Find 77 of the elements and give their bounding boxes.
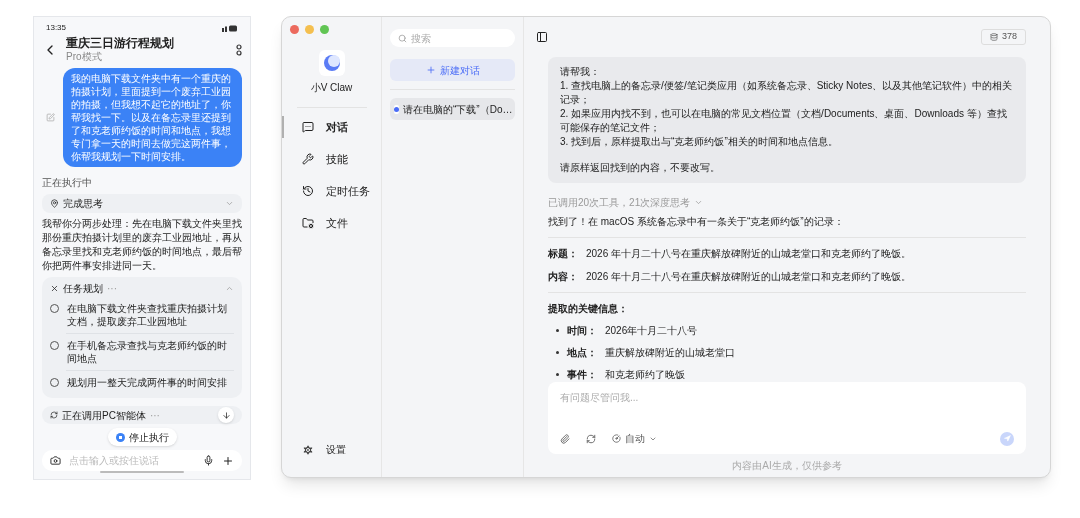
sidebar-toggle-icon[interactable]	[536, 31, 548, 43]
app-logo	[318, 50, 345, 76]
pin-icon	[50, 198, 59, 208]
send-icon	[1003, 435, 1011, 442]
reply-text: 我帮你分两步处理：先在电脑下载文件夹里找那份重庆拍摄计划里的废弃工业园地址，再从备忘录里找和克老师约饭的时间地点，最后帮你把两件事安排进同一天。	[42, 216, 242, 273]
bullet	[556, 351, 559, 354]
token-counter: 378	[980, 29, 1026, 45]
settings-icon	[302, 443, 314, 456]
scroll-down-button[interactable]	[218, 407, 234, 424]
info-value: 2026年十月二十八号	[605, 324, 698, 338]
bullet	[556, 329, 559, 332]
info-value: 和克老师约了晚饭	[605, 368, 685, 382]
info-value: 重庆解放碑附近的山城老堂口	[605, 346, 735, 360]
ellipsis: ···	[149, 408, 161, 423]
new-chat-button[interactable]: 新建对话	[390, 59, 515, 81]
field-label: 内容：	[548, 270, 578, 284]
agent-call-label: 正在调用PC智能体	[62, 408, 146, 423]
field-value: 2026 年十月二十八号在重庆解放碑附近的山城老堂口和克老师约了晚饭。	[586, 247, 912, 261]
arrow-down-icon	[221, 410, 231, 420]
mic-icon[interactable]	[203, 455, 214, 467]
mode-label: Pro模式	[66, 51, 103, 64]
gauge-icon	[612, 434, 621, 443]
app-name: 小V Claw	[310, 81, 353, 95]
search-icon	[398, 33, 407, 43]
chat-input[interactable]: 有问题尽管问我... 自动	[548, 382, 1026, 454]
info-label: 地点：	[567, 346, 597, 360]
field-label: 标题：	[548, 247, 578, 261]
task-plan-title: 任务规划	[63, 282, 103, 297]
close-button[interactable]	[290, 25, 299, 34]
thinking-row[interactable]: 完成思考	[42, 194, 242, 213]
nav-item[interactable]: 对话	[282, 116, 381, 138]
prompt-line: 请帮我：	[560, 65, 601, 79]
section-heading: 提取的关键信息：	[548, 302, 629, 316]
answer-intro: 找到了！在 macOS 系统备忘录中有一条关于“克老师约饭”的记录：	[548, 215, 845, 229]
camera-icon[interactable]	[50, 455, 61, 467]
nav-item[interactable]: 技能	[282, 148, 381, 170]
refresh-icon[interactable]	[586, 433, 596, 444]
thinking-label: 完成思考	[63, 196, 104, 211]
info-label: 时间：	[567, 324, 597, 338]
files-nav-icon	[302, 217, 314, 229]
more-icon[interactable]	[236, 44, 242, 56]
nav-item[interactable]: 文件	[282, 212, 381, 234]
attach-icon[interactable]	[560, 433, 570, 444]
tools-icon	[50, 284, 59, 294]
info-label: 事件：	[567, 368, 597, 382]
stop-icon	[115, 432, 125, 442]
chat-icon	[394, 104, 399, 114]
status-time: 13:35	[46, 22, 67, 35]
stop-button[interactable]: 停止执行	[107, 428, 177, 447]
skills-nav-icon	[302, 153, 314, 165]
user-message-bubble: 我的电脑下载文件夹中有一个重庆的拍摄计划，里面提到一个废弃工业园的拍摄，但我想不起它的地址了，你帮我找一下。以及在备忘录里还提到了和克老师约饭的时间和地点，我想专门拿一天的时间去做完这两件事，你帮我规划一下时间安排。	[63, 68, 242, 168]
refresh-icon	[50, 411, 58, 420]
plus-icon	[425, 65, 436, 75]
ellipsis: ···	[107, 282, 118, 297]
task-text: 在电脑下载文件夹查找重庆拍摄计划文档，提取废弃工业园地址	[67, 301, 228, 328]
chat-title: 重庆三日游行程规划	[66, 36, 175, 52]
conversation-item[interactable]: 请在电脑的“下载”（Do…	[390, 98, 515, 120]
database-icon	[989, 33, 998, 41]
settings-item[interactable]: 设置	[282, 442, 381, 457]
field-value: 2026 年十月二十八号在重庆解放碑附近的山城老堂口和克老师约了晚饭。	[586, 270, 912, 284]
chat-nav-icon	[302, 121, 314, 133]
prompt-line: 请原样返回找到的内容，不要改写。	[560, 161, 721, 175]
task-text: 规划用一整天完成两件事的时间安排	[67, 375, 227, 389]
nav-item[interactable]: 定时任务	[282, 180, 381, 202]
tools-summary: 已调用20次工具，21次深度思考	[548, 196, 691, 210]
plus-icon[interactable]	[222, 454, 234, 467]
status-label: 正在执行中	[42, 176, 93, 191]
task-text: 在手机备忘录查找与克老师约饭的时间地点	[67, 338, 228, 365]
prompt-line: 3. 找到后，原样提取出与“克老师约饭”相关的时间和地点信息。	[560, 135, 839, 149]
schedule-nav-icon	[302, 185, 314, 197]
prompt-line: 2. 如果应用内找不到，也可以在电脑的常见文档位置（文档/Documents、桌面、Downloads 等）查找可能保存的笔记文件；	[560, 107, 1008, 135]
disclaimer: 内容由AI生成，仅供参考	[732, 459, 842, 473]
bullet	[556, 373, 559, 376]
zoom-button[interactable]	[320, 25, 329, 34]
battery-icon	[222, 25, 238, 32]
mode-selector[interactable]: 自动	[612, 431, 657, 446]
prompt-line: 1. 查找电脑上的备忘录/便签/笔记类应用（如系统备忘录、Sticky Notes、以及其他笔记软件）中的相关记录；	[560, 79, 1014, 107]
